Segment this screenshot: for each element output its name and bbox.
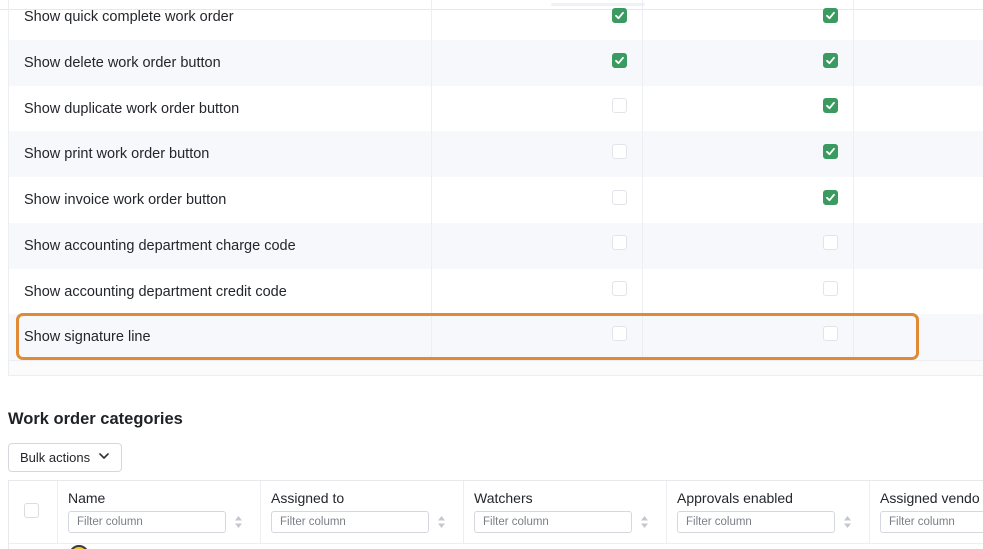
settings-row-label: Show accounting department credit code: [24, 284, 287, 300]
check-icon: [826, 11, 835, 20]
settings-row-label: Show print work order button: [24, 146, 210, 162]
filter-column-input[interactable]: [271, 511, 429, 533]
setting-checkbox[interactable]: [823, 98, 838, 113]
check-icon: [826, 56, 835, 65]
bulk-actions-label: Bulk actions: [20, 450, 91, 465]
sort-icon[interactable]: [437, 515, 446, 529]
categories-table: Name Assigned to Watchers Approvals enab…: [8, 480, 983, 549]
setting-checkbox[interactable]: [823, 281, 838, 296]
settings-row-label: Show quick complete work order: [24, 9, 234, 25]
column-header[interactable]: Watchers: [474, 490, 533, 506]
bulk-actions-button[interactable]: Bulk actions: [8, 443, 122, 472]
column-assigned-vendor: Assigned vendo: [869, 481, 983, 543]
setting-checkbox[interactable]: [612, 190, 627, 205]
setting-checkbox[interactable]: [612, 8, 627, 23]
filter-column-input[interactable]: [677, 511, 835, 533]
avatar: [69, 545, 89, 549]
column-header[interactable]: Name: [68, 490, 105, 506]
column-watchers: Watchers: [463, 481, 666, 543]
check-icon: [615, 56, 624, 65]
column-assigned-to: Assigned to: [260, 481, 463, 543]
settings-row-label: Show invoice work order button: [24, 192, 227, 208]
filter-column-input[interactable]: [68, 511, 226, 533]
setting-checkbox[interactable]: [612, 144, 627, 159]
table-footer: [9, 360, 983, 376]
column-header[interactable]: Assigned to: [271, 490, 344, 506]
column-header[interactable]: Approvals enabled: [677, 490, 793, 506]
column-approvals-enabled: Approvals enabled: [666, 481, 869, 543]
check-icon: [826, 147, 835, 156]
column-divider: [853, 0, 854, 360]
column-header[interactable]: Assigned vendo: [880, 490, 980, 506]
setting-checkbox[interactable]: [612, 98, 627, 113]
sort-icon[interactable]: [640, 515, 649, 529]
setting-checkbox[interactable]: [612, 53, 627, 68]
section-title: Work order categories: [8, 410, 183, 428]
setting-checkbox[interactable]: [823, 8, 838, 23]
column-divider: [642, 0, 643, 360]
highlight-outline: [16, 313, 919, 360]
column-name: Name: [57, 481, 260, 543]
setting-checkbox[interactable]: [823, 144, 838, 159]
settings-row-label: Show duplicate work order button: [24, 101, 240, 117]
sort-icon[interactable]: [843, 515, 852, 529]
column-divider: [431, 0, 432, 360]
setting-checkbox[interactable]: [823, 53, 838, 68]
check-icon: [826, 193, 835, 202]
filter-column-input[interactable]: [474, 511, 632, 533]
setting-checkbox[interactable]: [612, 235, 627, 250]
setting-checkbox[interactable]: [823, 190, 838, 205]
check-icon: [826, 101, 835, 110]
setting-checkbox[interactable]: [612, 281, 627, 296]
sort-icon[interactable]: [234, 515, 243, 529]
select-all-checkbox[interactable]: [24, 503, 39, 518]
settings-row-label: Show accounting department charge code: [24, 238, 296, 254]
chevron-down-icon: [99, 453, 109, 459]
settings-row-label: Show delete work order button: [24, 55, 221, 71]
check-icon: [615, 11, 624, 20]
row-divider: [9, 543, 983, 544]
filter-column-input[interactable]: [880, 511, 983, 533]
setting-checkbox[interactable]: [823, 235, 838, 250]
